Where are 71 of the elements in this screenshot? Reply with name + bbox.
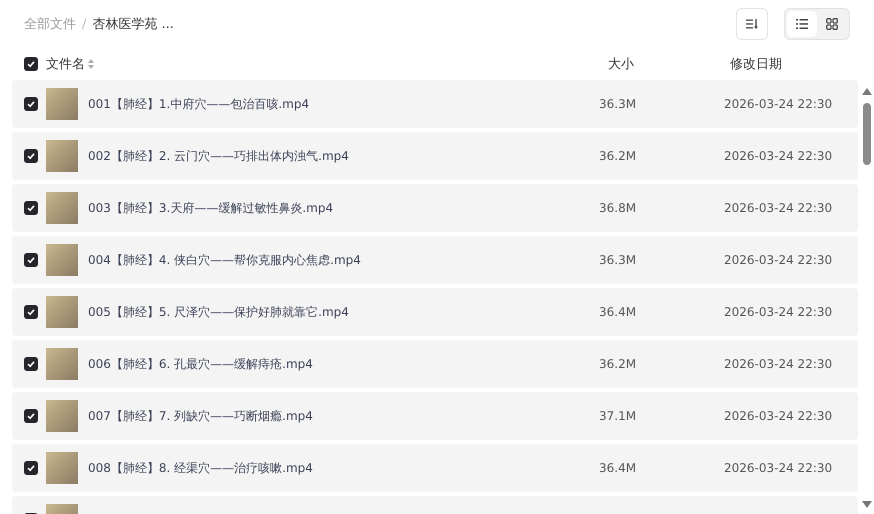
breadcrumb-current: 杏林医学苑 ... (92, 16, 174, 33)
checkbox[interactable] (24, 253, 38, 267)
checkbox[interactable] (24, 97, 38, 111)
modified-date: 2026-03-24 22:30 (724, 201, 832, 215)
video-thumbnail (46, 452, 78, 484)
file-row[interactable]: 003【肺经】3.天府——缓解过敏性鼻炎.mp4 36.8M 2026-03-24 22:30 (12, 184, 858, 232)
file-row[interactable]: 008【肺经】8. 经渠穴——治疗咳嗽.mp4 36.4M 2026-03-24 22:30 (12, 444, 858, 492)
column-header: 修改日期 (730, 56, 782, 73)
sort-button[interactable] (736, 8, 768, 40)
modified-date: 2026-03-24 22:30 (724, 253, 832, 267)
file-size: 36.2M (599, 357, 638, 371)
video-thumbnail (46, 348, 78, 380)
modified-date: 2026-03-24 22:30 (724, 149, 832, 163)
checkmark-icon (27, 204, 35, 212)
video-thumbnail (46, 88, 78, 120)
file-name: 006【肺经】6. 孔最穴——缓解痔疮.mp4 (88, 356, 314, 372)
video-thumbnail (46, 400, 78, 432)
list-view-button[interactable] (787, 11, 817, 37)
file-name: 003【肺经】3.天府——缓解过敏性鼻炎.mp4 (88, 200, 334, 216)
file-row[interactable]: 007【肺经】7. 列缺穴——巧断烟瘾.mp4 37.1M 2026-03-24 22:30 (12, 392, 858, 440)
file-size: 36.8M (599, 201, 638, 215)
file-name: 004【肺经】4. 侠白穴——帮你克服内心焦虑.mp4 (88, 252, 362, 268)
checkbox[interactable] (24, 357, 38, 371)
file-name: 002【肺经】2. 云门穴——巧排出体内浊气.mp4 (88, 148, 350, 164)
checkbox[interactable] (24, 149, 38, 163)
checkmark-icon (27, 100, 35, 108)
checkmark-icon (27, 60, 35, 68)
grid-icon (826, 18, 838, 30)
checkbox[interactable] (24, 409, 38, 423)
file-size: 36.4M (599, 305, 638, 319)
checkbox[interactable] (24, 57, 38, 71)
video-thumbnail (46, 140, 78, 172)
modified-date: 2026-03-24 22:30 (724, 97, 832, 111)
breadcrumb-separator: / (82, 16, 86, 32)
checkmark-icon (27, 464, 35, 472)
file-size: 36.2M (599, 149, 638, 163)
file-row[interactable]: 004【肺经】4. 侠白穴——帮你克服内心焦虑.mp4 36.3M 2026-03-24 22:30 (12, 236, 858, 284)
column-header: 大小 (607, 56, 635, 73)
checkmark-icon (27, 152, 35, 160)
modified-date: 2026-03-24 22:30 (724, 409, 832, 423)
file-row[interactable]: 005【肺经】5. 尺泽穴——保护好肺就靠它.mp4 36.4M 2026-03-24 22:30 (12, 288, 858, 336)
checkmark-icon (27, 256, 35, 264)
checkmark-icon (27, 412, 35, 420)
video-thumbnail (46, 244, 78, 276)
file-name: 007【肺经】7. 列缺穴——巧断烟瘾.mp4 (88, 408, 314, 424)
file-name: 008【肺经】8. 经渠穴——治疗咳嗽.mp4 (88, 460, 314, 476)
checkbox[interactable] (24, 201, 38, 215)
file-name: 005【肺经】5. 尺泽穴——保护好肺就靠它.mp4 (88, 304, 350, 320)
file-size: 36.3M (599, 253, 638, 267)
checkbox[interactable] (24, 305, 38, 319)
video-thumbnail (46, 192, 78, 224)
file-row[interactable]: 002【肺经】2. 云门穴——巧排出体内浊气.mp4 36.2M 2026-03-24 22:30 (12, 132, 858, 180)
list-icon (796, 19, 808, 29)
video-thumbnail (46, 296, 78, 328)
modified-date: 2026-03-24 22:30 (724, 357, 832, 371)
file-row[interactable]: 006【肺经】6. 孔最穴——缓解痔疮.mp4 36.2M 2026-03-24 22:30 (12, 340, 858, 388)
checkmark-icon (27, 308, 35, 316)
scrollbar-thumb[interactable] (863, 103, 871, 165)
scroll-up-icon[interactable] (862, 88, 872, 95)
file-size: 37.1M (599, 409, 638, 423)
column-header[interactable]: 文件名 (46, 55, 85, 73)
modified-date: 2026-03-24 22:30 (724, 305, 832, 319)
scroll-down-icon[interactable] (862, 501, 872, 508)
sort-icon (746, 19, 758, 29)
checkmark-icon (27, 360, 35, 368)
modified-date: 2026-03-24 22:30 (724, 461, 832, 475)
file-row[interactable]: 001【肺经】1.中府穴——包治百咳.mp4 36.3M 2026-03-24 22:30 (12, 80, 858, 128)
checkbox[interactable] (24, 461, 38, 475)
file-size: 36.4M (599, 461, 638, 475)
file-name: 001【肺经】1.中府穴——包治百咳.mp4 (88, 96, 310, 112)
file-size: 36.3M (599, 97, 638, 111)
